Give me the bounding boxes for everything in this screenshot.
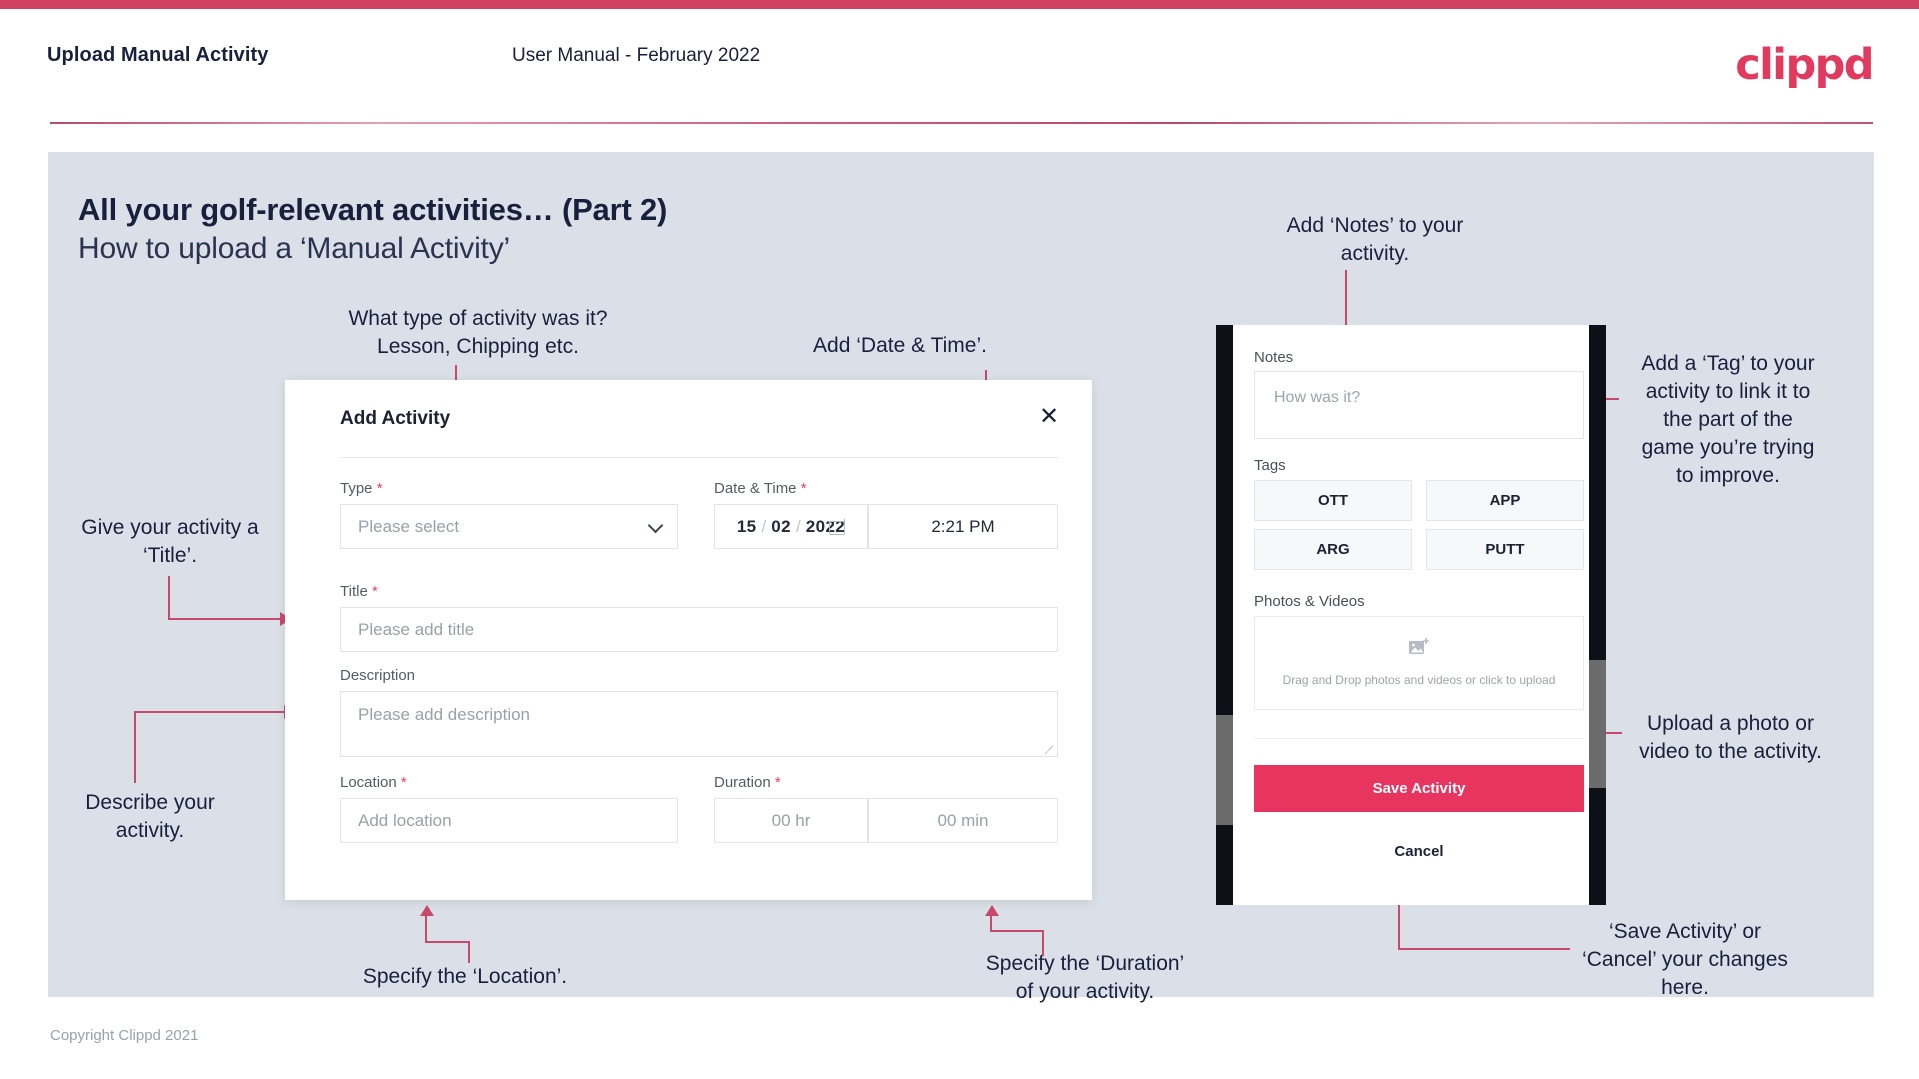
dialog-title: Add Activity — [340, 408, 451, 429]
notes-placeholder: How was it? — [1274, 389, 1361, 406]
phone-bezel-right — [1589, 325, 1606, 905]
upload-instructions: Drag and Drop photos and videos or click… — [1282, 673, 1556, 687]
document-subtitle: User Manual - February 2022 — [512, 45, 761, 66]
annotation-description: Describe your activity. — [85, 791, 215, 842]
description-textarea[interactable]: Please add description — [340, 691, 1058, 757]
tags-label: Tags — [1254, 457, 1286, 474]
slide-heading: All your golf-relevant activities… (Part… — [78, 192, 668, 227]
chevron-down-icon — [647, 517, 664, 533]
page-title: Upload Manual Activity — [47, 44, 269, 66]
type-label: Type * — [340, 480, 383, 497]
photos-label: Photos & Videos — [1254, 593, 1365, 610]
slide-page: Upload Manual Activity User Manual - Feb… — [0, 0, 1919, 1079]
annotation-tags: Add a ‘Tag’ to your activity to link it … — [1641, 352, 1815, 487]
duration-hours-input[interactable]: 00 hr — [714, 798, 868, 843]
annotation-notes: Add ‘Notes’ to your activity. — [1286, 214, 1464, 265]
title-input[interactable]: Please add title — [340, 607, 1058, 652]
header-divider — [50, 122, 1873, 124]
annotation-duration: Specify the ‘Duration’ of your activity. — [985, 952, 1185, 1003]
clippd-logo: clippd — [1735, 40, 1874, 90]
duration-label: Duration * — [714, 774, 781, 791]
duration-hours-placeholder: 00 hr — [771, 810, 811, 830]
date-input[interactable]: 15 / 02 / 2022 — [714, 504, 868, 549]
cancel-button[interactable]: Cancel — [1254, 843, 1584, 860]
slide-subheading: How to upload a ‘Manual Activity’ — [78, 232, 510, 265]
tag-label-putt: PUTT — [1485, 541, 1525, 558]
phone-volume-buttons — [1216, 715, 1233, 825]
close-icon[interactable]: ✕ — [1032, 400, 1066, 434]
type-placeholder: Please select — [358, 516, 460, 536]
location-placeholder: Add location — [358, 810, 452, 830]
calendar-icon[interactable] — [828, 516, 845, 535]
location-label: Location * — [340, 774, 407, 791]
resize-handle[interactable] — [1044, 743, 1054, 753]
tag-label-ott: OTT — [1318, 492, 1348, 509]
location-input[interactable]: Add location — [340, 798, 678, 843]
datetime-label: Date & Time * — [714, 480, 807, 497]
save-activity-label: Save Activity — [1372, 780, 1466, 797]
date-day: 15 — [736, 516, 757, 536]
image-add-icon — [1408, 637, 1430, 662]
duration-minutes-placeholder: 00 min — [937, 810, 989, 830]
time-input[interactable]: 2:21 PM — [868, 504, 1058, 549]
title-placeholder: Please add title — [358, 619, 475, 639]
tag-button-arg[interactable]: ARG — [1254, 529, 1412, 570]
annotation-save-cancel: ‘Save Activity’ or ‘Cancel’ your changes… — [1582, 920, 1788, 999]
tag-button-ott[interactable]: OTT — [1254, 480, 1412, 521]
description-placeholder: Please add description — [358, 705, 531, 724]
tag-button-app[interactable]: APP — [1426, 480, 1584, 521]
tag-label-app: APP — [1489, 492, 1521, 509]
annotation-datetime: Add ‘Date & Time’. — [813, 334, 987, 357]
cancel-label: Cancel — [1394, 843, 1444, 860]
duration-minutes-input[interactable]: 00 min — [868, 798, 1058, 843]
phone-bezel-left — [1216, 325, 1233, 905]
date-sep-2: / — [796, 516, 801, 536]
annotation-location: Specify the ‘Location’. — [362, 965, 568, 988]
title-label: Title * — [340, 583, 378, 600]
top-accent-bar — [0, 0, 1919, 9]
type-select[interactable]: Please select — [340, 504, 678, 549]
annotation-photos: Upload a photo or video to the activity. — [1639, 712, 1822, 763]
annotation-title: Give your activity a ‘Title’. — [81, 516, 259, 567]
phone-mockup: Notes How was it? Tags OTT APP ARG PUTT … — [1216, 325, 1606, 905]
description-label: Description — [340, 667, 416, 684]
footer-copyright: Copyright Clippd 2021 — [50, 1027, 199, 1044]
phone-power-button — [1589, 660, 1606, 788]
photo-upload-dropzone[interactable]: Drag and Drop photos and videos or click… — [1254, 616, 1584, 710]
date-month: 02 — [771, 516, 791, 536]
tag-button-putt[interactable]: PUTT — [1426, 529, 1584, 570]
notes-label: Notes — [1254, 349, 1294, 366]
add-activity-dialog: Add Activity ✕ Type * Please select Date… — [285, 380, 1092, 900]
phone-screen: Notes How was it? Tags OTT APP ARG PUTT … — [1233, 325, 1589, 905]
date-sep-1: / — [761, 516, 767, 536]
tag-label-arg: ARG — [1316, 541, 1350, 558]
phone-divider — [1254, 738, 1584, 739]
annotation-type: What type of activity was it? Lesson, Ch… — [348, 307, 608, 358]
time-value: 2:21 PM — [931, 516, 995, 536]
dialog-divider — [340, 457, 1058, 458]
save-activity-button[interactable]: Save Activity — [1254, 765, 1584, 812]
